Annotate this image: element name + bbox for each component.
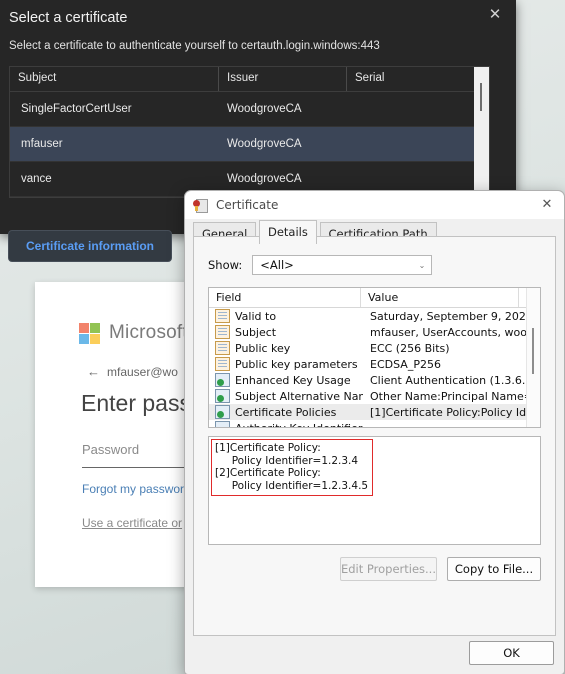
field-extension-icon — [215, 405, 230, 419]
row-issuer: WoodgroveCA — [227, 103, 302, 115]
certificate-list-scrollbar[interactable] — [474, 67, 489, 195]
edit-properties-button: Edit Properties... — [339, 557, 437, 581]
row-subject: vance — [21, 173, 52, 185]
column-header-serial[interactable]: Serial — [347, 67, 487, 91]
show-filter-row: Show: <All> ⌄ — [208, 255, 433, 275]
row-issuer: WoodgroveCA — [227, 138, 302, 150]
field-doc-icon — [215, 309, 230, 323]
field-value: Saturday, September 9, 2023 ... — [370, 309, 530, 323]
field-name: Certificate Policies — [235, 405, 337, 419]
list-item[interactable]: Subject Alternative Name Other Name:Prin… — [209, 388, 540, 404]
field-name: Valid to — [235, 309, 277, 323]
tab-details[interactable]: Details — [258, 220, 317, 244]
show-label: Show: — [208, 258, 243, 272]
details-panel: Show: <All> ⌄ Field Value Valid to Satur… — [193, 236, 556, 636]
window-titlebar[interactable]: Certificate ✕ — [185, 191, 564, 219]
field-value: [1]Certificate Policy:Policy Ide... — [370, 405, 530, 419]
use-certificate-link[interactable]: Use a certificate or — [82, 516, 182, 530]
list-item[interactable]: Valid to Saturday, September 9, 2023 ... — [209, 308, 540, 324]
field-list-rows: Valid to Saturday, September 9, 2023 ...… — [209, 308, 540, 428]
field-doc-icon — [215, 341, 230, 355]
list-item[interactable]: Public key ECC (256 Bits) — [209, 340, 540, 356]
dialog-title: Select a certificate — [9, 10, 128, 26]
row-subject: mfauser — [21, 138, 63, 150]
dialog-subtitle: Select a certificate to authenticate you… — [9, 40, 380, 52]
field-name: Public key parameters — [235, 357, 358, 371]
microsoft-wordmark: Microsoft — [109, 322, 188, 343]
list-item-selected[interactable]: Certificate Policies [1]Certificate Poli… — [209, 404, 540, 420]
account-back-row[interactable]: ← mfauser@wo — [87, 364, 178, 379]
field-doc-icon — [215, 325, 230, 339]
account-email: mfauser@wo — [107, 364, 178, 379]
detail-actions: Edit Properties... Copy to File... — [208, 557, 541, 581]
field-value: ECDSA_P256 — [370, 357, 441, 371]
field-value: Client Authentication (1.3.6.1.... — [370, 373, 530, 387]
field-list-header: Field Value — [209, 288, 540, 308]
list-item[interactable]: Subject mfauser, UserAccounts, wood... — [209, 324, 540, 340]
copy-to-file-button[interactable]: Copy to File... — [447, 557, 541, 581]
field-value: ECC (256 Bits) — [370, 341, 450, 355]
field-name: Subject — [235, 325, 277, 339]
field-value: Other Name:Principal Name=m... — [370, 389, 530, 403]
certificate-list: Subject Issuer Serial SingleFactorCertUs… — [9, 66, 490, 198]
microsoft-squares-icon — [79, 322, 100, 344]
field-name: Authority Key Identifier — [235, 421, 363, 428]
certificate-information-button[interactable]: Certificate information — [8, 230, 173, 262]
field-list: Field Value Valid to Saturday, September… — [208, 287, 541, 428]
list-item[interactable]: Authority Key Identifier — [209, 420, 540, 428]
page-title: Enter pass — [81, 390, 191, 416]
show-select[interactable]: <All> ⌄ — [252, 255, 433, 275]
chevron-down-icon: ⌄ — [418, 260, 426, 270]
value-detail-box: [1]Certificate Policy: Policy Identifier… — [208, 436, 541, 545]
row-issuer: WoodgroveCA — [227, 173, 302, 185]
password-input[interactable]: Password — [82, 442, 139, 457]
list-item[interactable]: Public key parameters ECDSA_P256 — [209, 356, 540, 372]
field-name: Enhanced Key Usage — [235, 373, 351, 387]
scrollbar-thumb[interactable] — [532, 328, 534, 374]
certificate-icon — [193, 197, 209, 213]
column-header-value[interactable]: Value — [361, 288, 519, 307]
field-extension-icon — [215, 421, 230, 427]
screen-root: Microsoft ← mfauser@wo Enter pass Passwo… — [0, 0, 565, 674]
certificate-list-header: Subject Issuer Serial — [10, 67, 489, 92]
close-icon[interactable]: ✕ — [536, 194, 558, 215]
back-arrow-icon[interactable]: ← — [87, 364, 100, 379]
forgot-password-link[interactable]: Forgot my passwor — [82, 482, 184, 496]
certificate-window: Certificate ✕ General Details Certificat… — [184, 190, 565, 674]
microsoft-logo: Microsoft — [79, 322, 188, 344]
column-header-field[interactable]: Field — [209, 288, 361, 307]
value-detail-text: [1]Certificate Policy: Policy Identifier… — [215, 442, 369, 492]
scrollbar-thumb[interactable] — [480, 83, 482, 111]
row-subject: SingleFactorCertUser — [21, 103, 132, 115]
field-list-scrollbar[interactable] — [526, 288, 540, 427]
table-row[interactable]: mfauser WoodgroveCA — [10, 127, 489, 162]
table-row[interactable]: SingleFactorCertUser WoodgroveCA — [10, 92, 489, 127]
field-extension-icon — [215, 373, 230, 387]
column-header-subject[interactable]: Subject — [10, 67, 219, 91]
list-item[interactable]: Enhanced Key Usage Client Authentication… — [209, 372, 540, 388]
field-name: Subject Alternative Name — [235, 389, 363, 403]
field-name: Public key — [235, 341, 291, 355]
column-header-issuer[interactable]: Issuer — [219, 67, 347, 91]
field-extension-icon — [215, 389, 230, 403]
window-footer: OK — [469, 641, 554, 665]
field-value: mfauser, UserAccounts, wood... — [370, 325, 530, 339]
ok-button[interactable]: OK — [469, 641, 554, 665]
show-select-value: <All> — [260, 258, 294, 272]
close-icon[interactable]: ✕ — [484, 4, 506, 26]
highlight-box: [1]Certificate Policy: Policy Identifier… — [211, 439, 374, 496]
field-doc-icon — [215, 357, 230, 371]
window-title: Certificate — [216, 198, 279, 212]
